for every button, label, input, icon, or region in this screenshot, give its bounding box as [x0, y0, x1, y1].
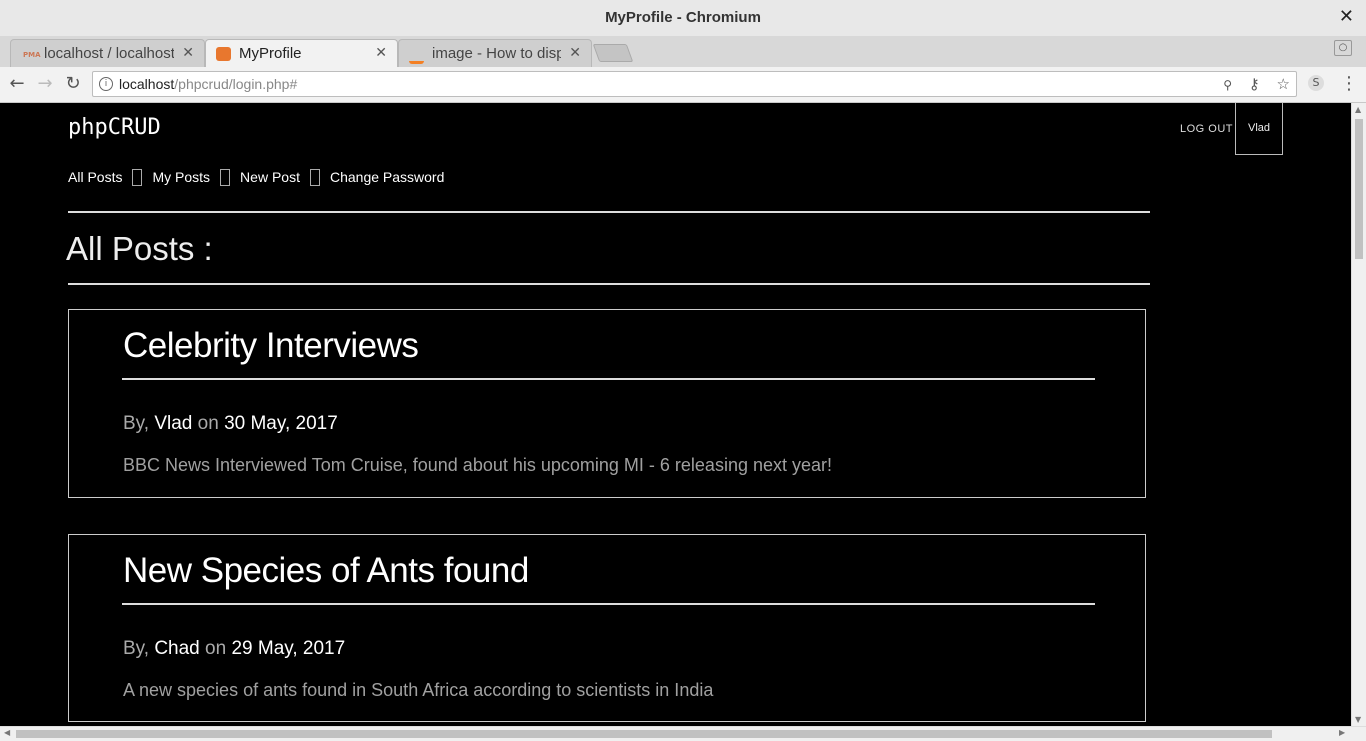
xampp-favicon-icon: [216, 47, 231, 61]
nav-change-password[interactable]: Change Password: [330, 169, 444, 185]
user-profile-link[interactable]: Vlad: [1235, 103, 1283, 155]
new-tab-button[interactable]: [592, 44, 634, 62]
post-by-label: By,: [123, 413, 150, 434]
tab-close-icon[interactable]: ✕: [375, 45, 387, 61]
url-host: localhost: [119, 76, 175, 92]
address-bar[interactable]: i localhost/phpcrud/login.php# ⚲ ⚷ ☆: [92, 71, 1297, 97]
tab-myprofile[interactable]: MyProfile ✕: [205, 39, 398, 67]
post-date: 29 May, 2017: [231, 638, 346, 659]
page-title: All Posts :: [66, 230, 213, 267]
nav-separator-icon: [132, 169, 143, 186]
tab-close-icon[interactable]: ✕: [182, 45, 194, 61]
site-brand[interactable]: phpCRUD: [68, 115, 161, 140]
stackoverflow-favicon-icon: [409, 47, 424, 64]
horizontal-scrollbar[interactable]: ◀ ▶: [0, 726, 1366, 741]
nav-separator-icon: [309, 169, 320, 186]
tab-label: MyProfile: [239, 45, 302, 62]
site-info-icon[interactable]: i: [99, 77, 113, 91]
tab-phpmyadmin[interactable]: PMA localhost / localhost ✕: [10, 39, 205, 67]
url-text[interactable]: localhost/phpcrud/login.php#: [119, 76, 297, 92]
page-content: phpCRUD LOG OUT Vlad All Posts My Posts Ne…: [0, 103, 1351, 726]
browser-toolbar: ← → ↻ i localhost/phpcrud/login.php# ⚲ ⚷…: [0, 67, 1366, 103]
post-date: 30 May, 2017: [224, 413, 338, 434]
tab-strip: PMA localhost / localhost ✕ MyProfile ✕ …: [0, 36, 1366, 67]
nav-all-posts[interactable]: All Posts: [68, 169, 122, 185]
post-by-label: By,: [123, 638, 150, 659]
post-title[interactable]: Celebrity Interviews: [123, 326, 419, 366]
reload-icon[interactable]: ↻: [62, 73, 84, 95]
scroll-up-arrow-icon[interactable]: ▲: [1355, 105, 1361, 114]
post-body: A new species of ants found in South Afr…: [123, 680, 714, 700]
logout-link[interactable]: LOG OUT: [1180, 123, 1233, 135]
tab-label: image - How to display: [432, 45, 561, 62]
nav-separator-icon: [220, 169, 231, 186]
site-nav: All Posts My Posts New Post Change Password: [68, 169, 444, 186]
tab-stackoverflow[interactable]: image - How to display ✕: [398, 39, 592, 67]
post-card: Celebrity Interviews By, Vlad on 30 May,…: [68, 309, 1146, 498]
window-titlebar: MyProfile - Chromium ✕: [0, 0, 1366, 37]
post-body: BBC News Interviewed Tom Cruise, found a…: [123, 455, 833, 475]
window-title: MyProfile - Chromium: [605, 9, 761, 26]
post-title[interactable]: New Species of Ants found: [123, 551, 529, 591]
phpmyadmin-favicon-icon: PMA: [23, 51, 41, 59]
scroll-left-arrow-icon[interactable]: ◀: [4, 728, 10, 737]
back-arrow-icon[interactable]: ←: [6, 73, 28, 95]
post-author: Vlad: [154, 413, 193, 434]
bookmark-star-icon[interactable]: ☆: [1277, 75, 1290, 93]
nav-my-posts[interactable]: My Posts: [152, 169, 210, 185]
window-close-icon[interactable]: ✕: [1339, 6, 1354, 27]
scroll-right-arrow-icon[interactable]: ▶: [1339, 728, 1345, 737]
post-on-label: on: [197, 413, 219, 434]
extension-icon[interactable]: S: [1308, 75, 1324, 91]
divider: [68, 283, 1150, 285]
tab-label: localhost / localhost: [44, 45, 174, 62]
post-author: Chad: [154, 638, 200, 659]
zoom-icon[interactable]: ⚲: [1223, 78, 1232, 92]
post-divider: [122, 603, 1095, 605]
nav-new-post[interactable]: New Post: [240, 169, 300, 185]
scroll-down-arrow-icon[interactable]: ▼: [1355, 715, 1361, 724]
post-card: New Species of Ants found By, Chad on 29…: [68, 534, 1146, 722]
forward-arrow-icon[interactable]: →: [34, 73, 56, 95]
post-meta: By, Chad on 29 May, 2017: [123, 638, 345, 660]
post-on-label: on: [205, 638, 227, 659]
profile-icon[interactable]: ○: [1334, 40, 1352, 56]
key-icon[interactable]: ⚷: [1249, 75, 1260, 93]
tab-close-icon[interactable]: ✕: [569, 45, 581, 61]
post-divider: [122, 378, 1095, 380]
url-path: /phpcrud/login.php#: [174, 76, 298, 92]
horizontal-scroll-thumb[interactable]: [16, 730, 1272, 738]
vertical-scroll-thumb[interactable]: [1355, 119, 1363, 259]
post-meta: By, Vlad on 30 May, 2017: [123, 413, 338, 435]
vertical-scrollbar[interactable]: ▲ ▼: [1351, 103, 1366, 726]
menu-kebab-icon[interactable]: ⋮: [1340, 73, 1358, 94]
divider: [68, 211, 1150, 213]
